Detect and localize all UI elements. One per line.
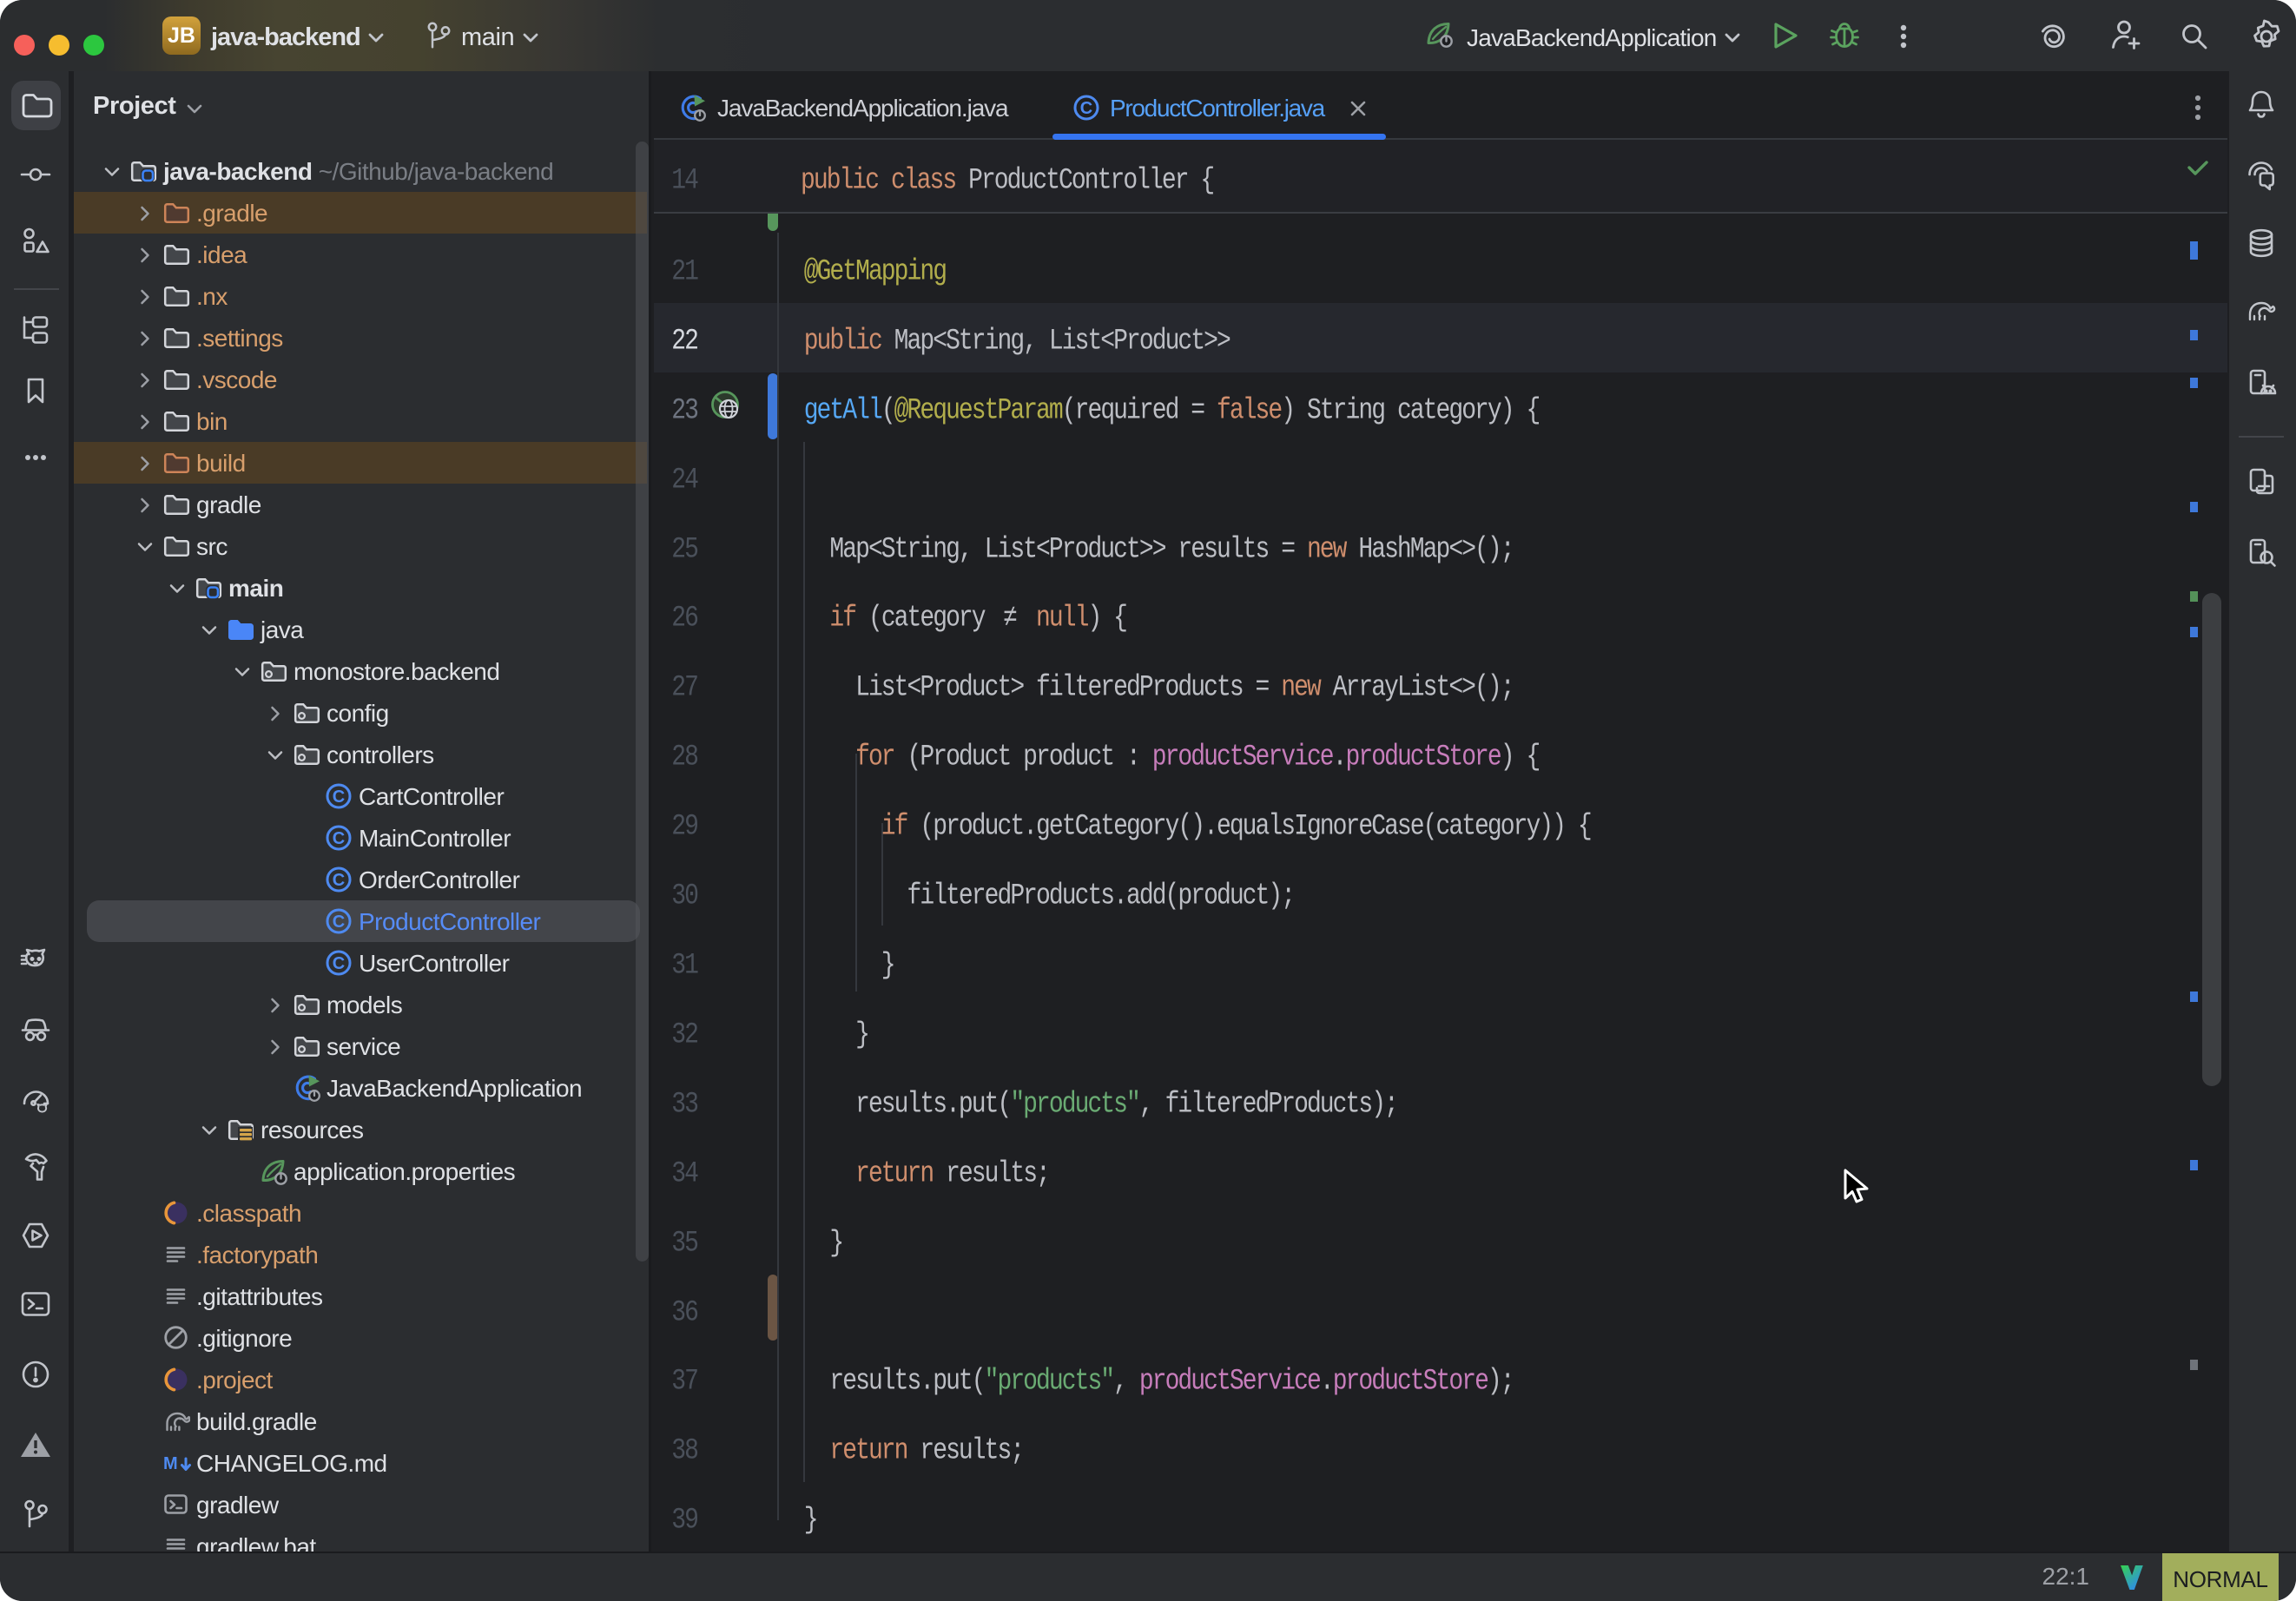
svg-text:C: C [333,787,345,807]
svg-text:C: C [333,913,345,932]
svg-text:C: C [1080,99,1092,118]
svg-text:M: M [163,1454,178,1473]
svg-text:C: C [333,871,345,890]
svg-text:C: C [333,829,345,848]
svg-text:C: C [333,954,345,973]
